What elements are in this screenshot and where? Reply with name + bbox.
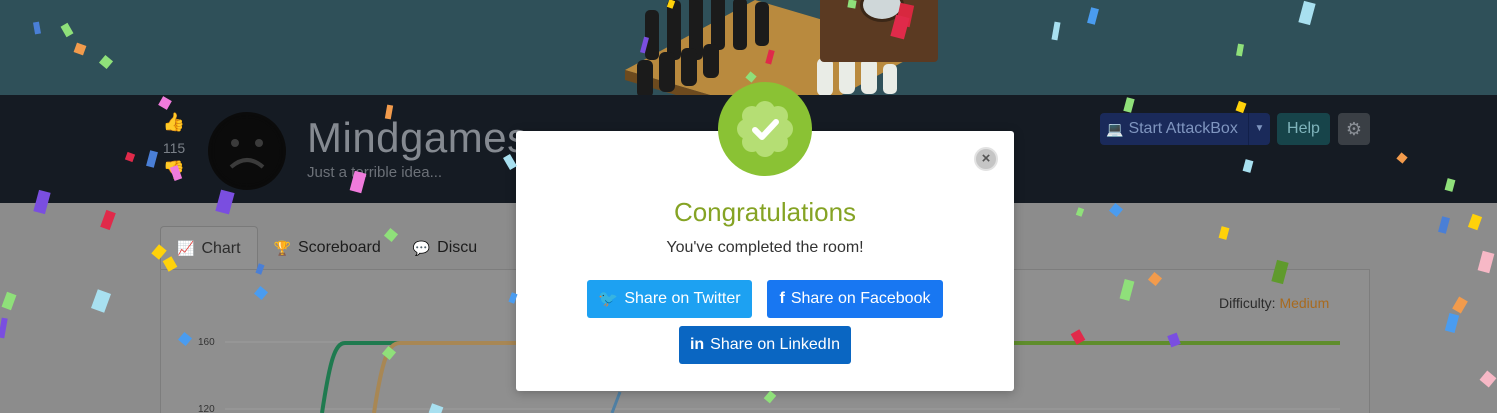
series-line [320,341,520,413]
facebook-icon: f [779,290,785,307]
linkedin-icon: in [689,336,705,353]
share-linkedin-button[interactable]: in Share on LinkedIn [679,326,851,364]
share-twitter-button[interactable]: 🐦 Share on Twitter [587,280,752,318]
y-tick-label: 160 [198,337,215,348]
modal-title: Congratulations [673,197,857,227]
twitter-icon: 🐦 [598,291,619,308]
share-linkedin-label: Share on LinkedIn [710,336,841,353]
series-line [610,391,622,413]
share-facebook-button[interactable]: f Share on Facebook [767,280,943,318]
close-button[interactable]: × [974,147,998,171]
share-facebook-label: Share on Facebook [790,290,931,307]
y-tick-label: 120 [198,404,215,413]
modal-message: You've completed the room! [666,239,864,256]
share-twitter-label: Share on Twitter [624,290,741,307]
confetti [847,0,857,9]
check-badge-icon [718,82,812,176]
series-line [372,341,520,413]
